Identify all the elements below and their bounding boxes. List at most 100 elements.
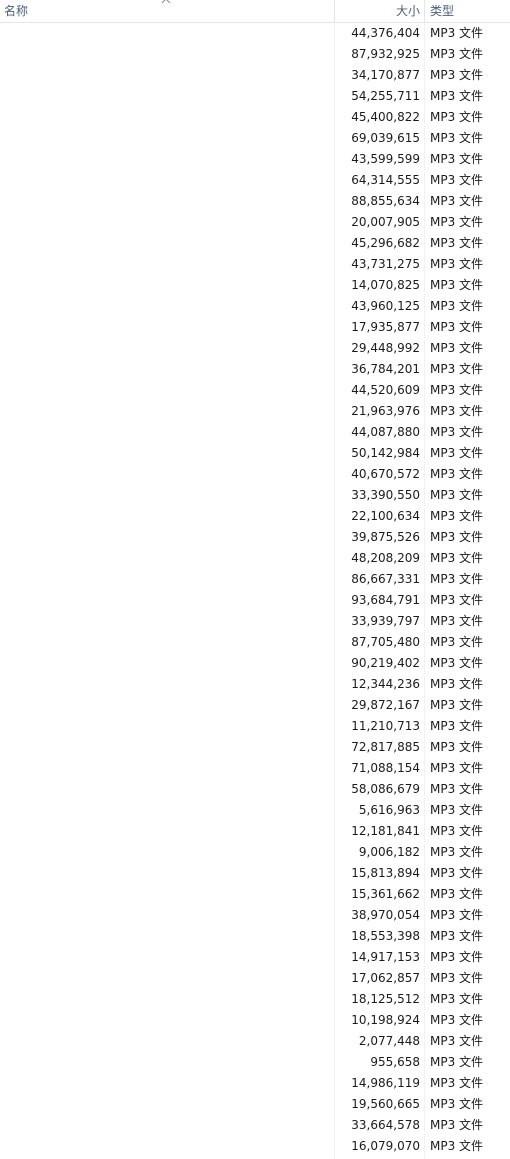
file-type: MP3 文件: [430, 194, 484, 208]
file-row[interactable]: 老师的奖励.mp348,208,209MP3 文件: [0, 548, 510, 569]
file-type: MP3 文件: [430, 1139, 484, 1153]
file-row[interactable]: 军训后姐姐温暖治愈夜谈.mp321,963,976MP3 文件: [0, 401, 510, 422]
file-size: 58,086,679: [351, 782, 420, 796]
file-type: MP3 文件: [430, 782, 484, 796]
file-row[interactable]: 南征 娇妻耳语.mp315,361,662MP3 文件: [0, 884, 510, 905]
file-row[interactable]: 梦魇的梦境迷宫.mp372,817,885MP3 文件: [0, 737, 510, 758]
file-row[interactable]: 南征-被兄长推♂到，迷之噩梦.mp317,062,857MP3 文件: [0, 968, 510, 989]
file-row[interactable]: 和姐姐一起的情人节.mp344,376,404MP3 文件: [0, 23, 510, 44]
file-row[interactable]: 火车上和哥哥的一晚.mp345,400,822MP3 文件: [0, 107, 510, 128]
file-row[interactable]: 南征 超粘人的老婆~.mp39,006,182MP3 文件: [0, 842, 510, 863]
file-type: MP3 文件: [430, 698, 484, 712]
file-size: 44,376,404: [351, 26, 420, 40]
file-row[interactable]: 南征-话痨娇妻1.mp319,560,665MP3 文件: [0, 1094, 510, 1115]
file-row[interactable]: 南征-和温柔的姐姐一起睡觉.mp314,986,119MP3 文件: [0, 1073, 510, 1094]
file-row[interactable]: 南征 (高糖）和岁岁的系列刷.mp35,616,963MP3 文件: [0, 800, 510, 821]
file-row[interactable]: 南征-被高冷的学霸君表白.mp314,917,153MP3 文件: [0, 947, 510, 968]
file-row[interactable]: 咀嚼音、按摩与乳液.mp329,448,992MP3 文件: [0, 338, 510, 359]
file-row[interactable]: 来自队长的体罚.mp333,390,550MP3 文件: [0, 485, 510, 506]
file-size: 87,705,480: [351, 635, 420, 649]
file-row[interactable]: 姐与妹的厨房演习 王稀饭×南征.mp314,070,825MP3 文件: [0, 275, 510, 296]
file-row[interactable]: 南征-话痨娇妻2.mp333,664,578MP3 文件: [0, 1115, 510, 1136]
file-type: MP3 文件: [430, 1034, 484, 1048]
file-row[interactable]: 姐姐留宿表白.mp343,731,275MP3 文件: [0, 254, 510, 275]
column-header-size[interactable]: 大小: [336, 0, 420, 22]
file-type: MP3 文件: [430, 656, 484, 670]
file-row[interactable]: 南征-婚前恋爱劝导.mp316,079,070MP3 文件: [0, 1136, 510, 1157]
file-row[interactable]: 来自大姐姐的治愈拥抱.mp340,670,572MP3 文件: [0, 464, 510, 485]
file-size: 88,855,634: [351, 194, 420, 208]
file-type: MP3 文件: [430, 614, 484, 628]
file-type: MP3 文件: [430, 866, 484, 880]
file-type: MP3 文件: [430, 383, 484, 397]
column-divider[interactable]: [424, 0, 425, 22]
file-size: 21,963,976: [351, 404, 420, 418]
file-size: 15,813,894: [351, 866, 420, 880]
file-row[interactable]: 假太监与皇后.mp343,599,599MP3 文件: [0, 149, 510, 170]
file-row[interactable]: 空姐（周三）.mp344,087,880MP3 文件: [0, 422, 510, 443]
column-divider[interactable]: [334, 0, 335, 22]
file-type: MP3 文件: [430, 236, 484, 250]
file-row[interactable]: 护士姐姐变成了性感女友.mp354,255,711MP3 文件: [0, 86, 510, 107]
file-size: 34,170,877: [351, 68, 420, 82]
file-type: MP3 文件: [430, 887, 484, 901]
file-row[interactable]: 南征-蠢萌人妻的枕边细语.mp318,125,512MP3 文件: [0, 989, 510, 1010]
file-row[interactable]: 南征-哥~我们养只猫好不好.mp32,077,448MP3 文件: [0, 1031, 510, 1052]
file-type: MP3 文件: [430, 971, 484, 985]
file-size: 33,390,550: [351, 488, 420, 502]
file-row[interactable]: 没有存在感的男人.mp311,210,713MP3 文件: [0, 716, 510, 737]
file-type: MP3 文件: [430, 467, 484, 481]
file-size: 19,560,665: [351, 1097, 420, 1111]
file-type: MP3 文件: [430, 152, 484, 166]
file-row[interactable]: 教师辣妈.mp364,314,555MP3 文件: [0, 170, 510, 191]
file-type: MP3 文件: [430, 740, 484, 754]
file-row[interactable]: 教训弟弟.mp320,007,905MP3 文件: [0, 212, 510, 233]
file-row[interactable]: 梦魇耳疗催眠.mp371,088,154MP3 文件: [0, 758, 510, 779]
file-row[interactable]: 没回家的姐姐.mp329,872,167MP3 文件: [0, 695, 510, 716]
file-list: 和姐姐一起的情人节.mp344,376,404MP3 文件和甜系女友的日常.mp…: [0, 23, 510, 1157]
file-size: 38,970,054: [351, 908, 420, 922]
file-row[interactable]: 老妈的爱.mp322,100,634MP3 文件: [0, 506, 510, 527]
file-row[interactable]: 满身戾气的姐姐需要弟弟哄.mp312,344,236MP3 文件: [0, 674, 510, 695]
file-row[interactable]: 老师的丝足奖励5(南征,65分钟).mp393,684,791MP3 文件: [0, 590, 510, 611]
file-size: 22,100,634: [351, 509, 420, 523]
file-row[interactable]: 菈妮小姐与你入眠.mp350,142,984MP3 文件: [0, 443, 510, 464]
file-row[interactable]: 静不下心学习的时候听听哦.mp343,960,125MP3 文件: [0, 296, 510, 317]
file-size: 45,400,822: [351, 110, 420, 124]
file-row[interactable]: 南征-哥哥，再不起床咬你哦【铃声】.mp3955,658MP3 文件: [0, 1052, 510, 1073]
file-row[interactable]: 教师辣妈2.mp388,855,634MP3 文件: [0, 191, 510, 212]
file-row[interactable]: 老师（周一）.mp339,875,526MP3 文件: [0, 527, 510, 548]
file-row[interactable]: 南征 百合像最喜欢姐姐.mp312,181,841MP3 文件: [0, 821, 510, 842]
file-type: MP3 文件: [430, 26, 484, 40]
file-size: 33,939,797: [351, 614, 420, 628]
file-size: 54,255,711: [351, 89, 420, 103]
file-size: 17,062,857: [351, 971, 420, 985]
file-row[interactable]: 老师的丝足奖励4(南征,60分钟).mp386,667,331MP3 文件: [0, 569, 510, 590]
file-size: 9,006,182: [358, 845, 420, 859]
file-row[interactable]: 护士（周二）.mp334,170,877MP3 文件: [0, 65, 510, 86]
file-size: 87,932,925: [351, 47, 420, 61]
file-type: MP3 文件: [430, 1055, 484, 1069]
file-size: 43,960,125: [351, 299, 420, 313]
file-size: 64,314,555: [351, 173, 420, 187]
file-type: MP3 文件: [430, 173, 484, 187]
file-row[interactable]: 南征 姐姐的绿帽羞辱.mp338,970,054MP3 文件: [0, 905, 510, 926]
file-row[interactable]: 和甜系女友的日常.mp387,932,925MP3 文件: [0, 44, 510, 65]
column-header-name[interactable]: 名称: [4, 0, 334, 22]
file-row[interactable]: 姐姐的表白.mp345,296,682MP3 文件: [0, 233, 510, 254]
file-row[interactable]: 南征 话痨人妻.mp315,813,894MP3 文件: [0, 863, 510, 884]
file-row[interactable]: 咀嚼音一顿午餐和餐后水果.mp344,520,609MP3 文件: [0, 380, 510, 401]
column-header-type[interactable]: 类型: [430, 0, 510, 22]
file-row[interactable]: 南征-腹黑人妻×电话里的调♂教.mp310,198,924MP3 文件: [0, 1010, 510, 1031]
file-type: MP3 文件: [430, 509, 484, 523]
file-row[interactable]: 魔王的女仆.mp358,086,679MP3 文件: [0, 779, 510, 800]
file-row[interactable]: 绿茶的自我修养.mp333,939,797MP3 文件: [0, 611, 510, 632]
file-size: 14,070,825: [351, 278, 420, 292]
file-row[interactable]: 南征-保健老师的恋爱劝导.mp318,553,398MP3 文件: [0, 926, 510, 947]
file-row[interactable]: 极度丝袜控女幼匪 CV南征.mp369,039,615MP3 文件: [0, 128, 510, 149]
file-row[interactable]: 酒吧大姐姐.mp317,935,877MP3 文件: [0, 317, 510, 338]
file-row[interactable]: 妈妈的疼爱3.mp387,705,480MP3 文件: [0, 632, 510, 653]
file-size: 45,296,682: [351, 236, 420, 250]
file-row[interactable]: 咀嚼音和耳部按摩，再来点乳液好吗？.mp336,784,201MP3 文件: [0, 359, 510, 380]
file-row[interactable]: 妈妈的疼爱4.mp390,219,402MP3 文件: [0, 653, 510, 674]
